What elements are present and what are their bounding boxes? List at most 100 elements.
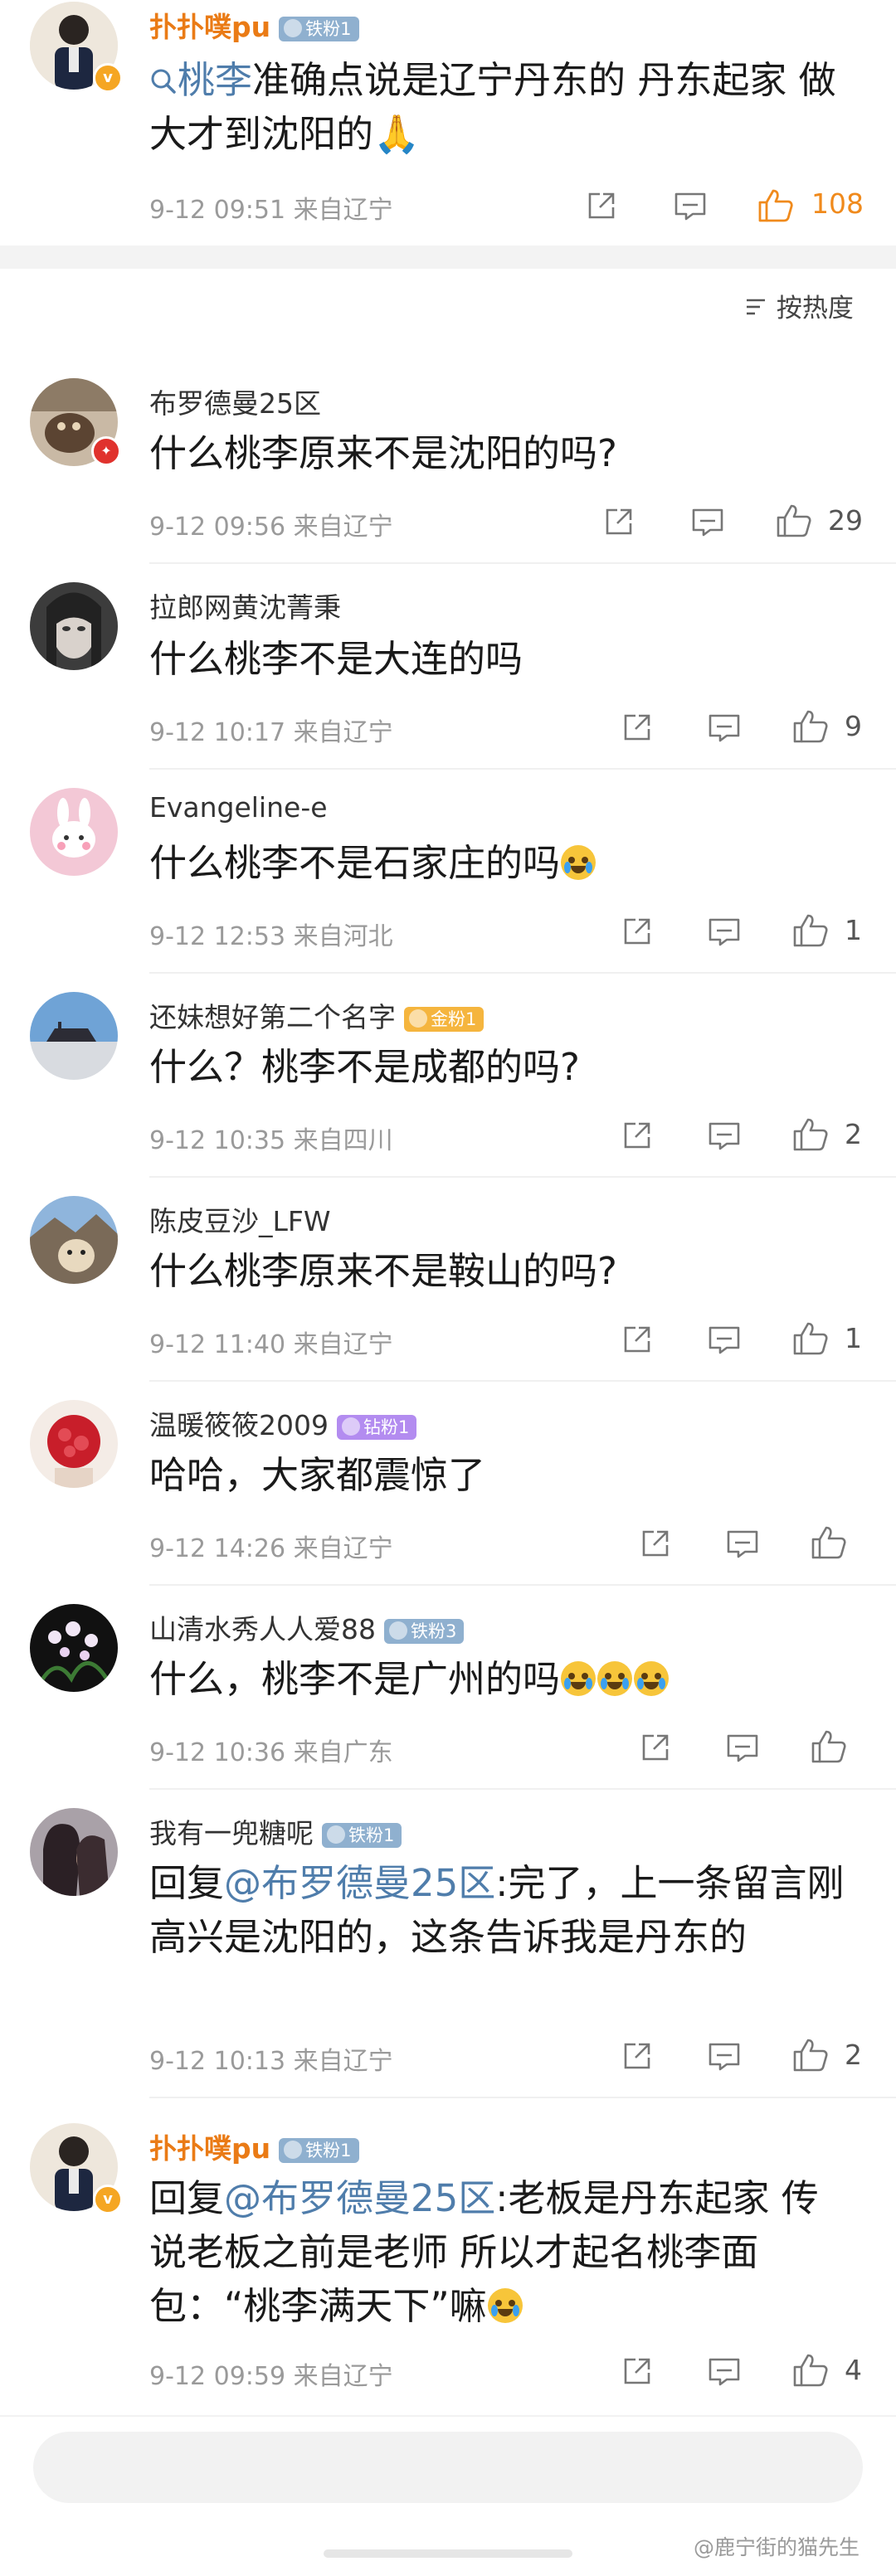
mention-link[interactable]: @布罗德曼25区 <box>224 2176 495 2220</box>
comment-icon[interactable] <box>707 916 742 948</box>
fan-badge-label: 铁粉1 <box>305 2140 352 2160</box>
share-icon[interactable] <box>639 1527 672 1560</box>
like-icon[interactable] <box>757 187 795 224</box>
share-icon[interactable] <box>621 2039 654 2073</box>
like-icon[interactable] <box>810 1728 848 1765</box>
comment-text: 什么桃李原来不是沈阳的吗? <box>149 431 617 475</box>
badge-icon <box>284 19 303 37</box>
timestamp: 9-12 09:59 <box>149 2362 286 2391</box>
divider <box>149 1584 896 1586</box>
timestamp: 9-12 14:26 <box>149 1534 286 1563</box>
share-icon[interactable] <box>621 2355 654 2388</box>
comment-icon[interactable] <box>690 507 725 538</box>
like-icon[interactable] <box>791 2352 830 2389</box>
like-icon[interactable] <box>810 1524 848 1561</box>
comment-text: 什么？桃李不是成都的吗? <box>149 1045 580 1089</box>
timestamp: 9-12 10:35 <box>149 1126 286 1155</box>
location: 来自辽宁 <box>293 1534 393 1563</box>
comment-icon[interactable] <box>707 2041 742 2073</box>
share-icon[interactable] <box>621 915 654 948</box>
location: 来自四川 <box>293 1126 393 1155</box>
comment-icon[interactable] <box>725 1733 760 1764</box>
share-icon[interactable] <box>602 505 635 538</box>
avatar[interactable] <box>30 992 118 1080</box>
share-icon[interactable] <box>621 1323 654 1356</box>
reply-prefix: 回复 <box>149 2176 225 2220</box>
username-text: 拉郎网黄沈菁秉 <box>149 591 341 624</box>
like-icon[interactable] <box>791 708 830 745</box>
share-icon[interactable] <box>621 1119 654 1152</box>
emoji-cry-icon <box>487 2288 523 2323</box>
fan-badge: 铁粉1 <box>322 1822 402 1848</box>
share-icon[interactable] <box>639 1731 672 1764</box>
username[interactable]: 我有一兜糖呢 铁粉1 <box>149 1811 402 1851</box>
avatar[interactable] <box>30 1196 118 1284</box>
comment-meta: 9-12 11:40 来自辽宁 <box>149 1324 393 1360</box>
share-icon[interactable] <box>585 189 618 222</box>
divider <box>149 1176 896 1178</box>
avatar[interactable] <box>30 582 118 670</box>
comment-text: 哈哈，大家都震惊了 <box>149 1453 486 1497</box>
fan-badge-label: 铁粉1 <box>305 18 352 39</box>
like-icon[interactable] <box>775 503 813 539</box>
comment-meta: 9-12 09:51 来自辽宁 <box>149 189 393 226</box>
avatar[interactable] <box>30 788 118 876</box>
comment-icon[interactable] <box>673 191 708 222</box>
avatar[interactable] <box>30 1604 118 1692</box>
location: 来自辽宁 <box>293 196 393 225</box>
comment-input[interactable] <box>33 2432 863 2503</box>
like-icon[interactable] <box>791 1320 830 1357</box>
emoji-cry-icon <box>561 1661 597 1696</box>
divider <box>149 2097 896 2098</box>
home-indicator <box>324 2549 572 2558</box>
comment-icon[interactable] <box>707 2356 742 2388</box>
comment-text: 什么，桃李不是广州的吗 <box>149 1657 561 1701</box>
username[interactable]: 扑扑噗pu 铁粉1 <box>149 5 359 45</box>
username[interactable]: 拉郎网黄沈菁秉 <box>149 586 341 625</box>
location: 来自广东 <box>293 1738 393 1767</box>
comment-icon[interactable] <box>707 1120 742 1152</box>
search-icon <box>151 69 176 94</box>
like-count: 29 <box>828 504 863 537</box>
like-icon[interactable] <box>791 1116 830 1153</box>
avatar[interactable] <box>30 1400 118 1488</box>
timestamp: 9-12 11:40 <box>149 1330 286 1359</box>
username[interactable]: 布罗德曼25区 <box>149 382 321 421</box>
mention-link[interactable]: @布罗德曼25区 <box>224 1861 495 1905</box>
comment-meta: 9-12 10:36 来自广东 <box>149 1732 393 1768</box>
like-icon[interactable] <box>791 2037 830 2073</box>
comment-meta: 9-12 10:13 来自辽宁 <box>149 2040 393 2077</box>
badge-icon: ✦ <box>91 436 121 466</box>
comment-text: 什么桃李不是石家庄的吗 <box>149 841 561 885</box>
emoji-cry-icon <box>597 1661 633 1696</box>
like-icon[interactable] <box>791 912 830 949</box>
username-text: 布罗德曼25区 <box>149 387 321 420</box>
comment-meta: 9-12 10:35 来自四川 <box>149 1120 393 1156</box>
comment-icon[interactable] <box>725 1529 760 1560</box>
topic-link[interactable]: 桃李 <box>149 58 252 102</box>
username[interactable]: 山清水秀人人爱88 铁粉3 <box>149 1607 465 1647</box>
username[interactable]: 还妹想好第二个名字 金粉1 <box>149 995 485 1035</box>
fan-badge-label: 铁粉1 <box>348 1825 395 1845</box>
badge-icon <box>409 1009 427 1028</box>
badge-icon <box>327 1825 345 1844</box>
comment-icon[interactable] <box>707 712 742 744</box>
like-count: 2 <box>845 1118 862 1150</box>
fan-badge: 铁粉1 <box>279 16 359 41</box>
comment-icon[interactable] <box>707 1324 742 1356</box>
username[interactable]: 陈皮豆沙_LFW <box>149 1199 331 1239</box>
username[interactable]: 扑扑噗pu 铁粉1 <box>149 2126 359 2166</box>
like-count: 108 <box>811 187 864 220</box>
username[interactable]: 温暖筱筱2009 钻粉1 <box>149 1403 417 1443</box>
sort-button[interactable]: 按热度 <box>743 287 854 324</box>
username[interactable]: Evangeline-e <box>149 791 328 824</box>
fan-badge: 铁粉1 <box>279 2137 359 2163</box>
fan-badge-label: 铁粉3 <box>411 1621 457 1641</box>
avatar[interactable] <box>30 1808 118 1896</box>
username-text: 陈皮豆沙_LFW <box>149 1205 331 1237</box>
verified-icon: v <box>93 2185 123 2214</box>
fan-badge: 铁粉3 <box>384 1618 465 1644</box>
timestamp: 9-12 10:36 <box>149 1738 286 1767</box>
fan-badge: 钻粉1 <box>336 1414 417 1440</box>
share-icon[interactable] <box>621 711 654 744</box>
